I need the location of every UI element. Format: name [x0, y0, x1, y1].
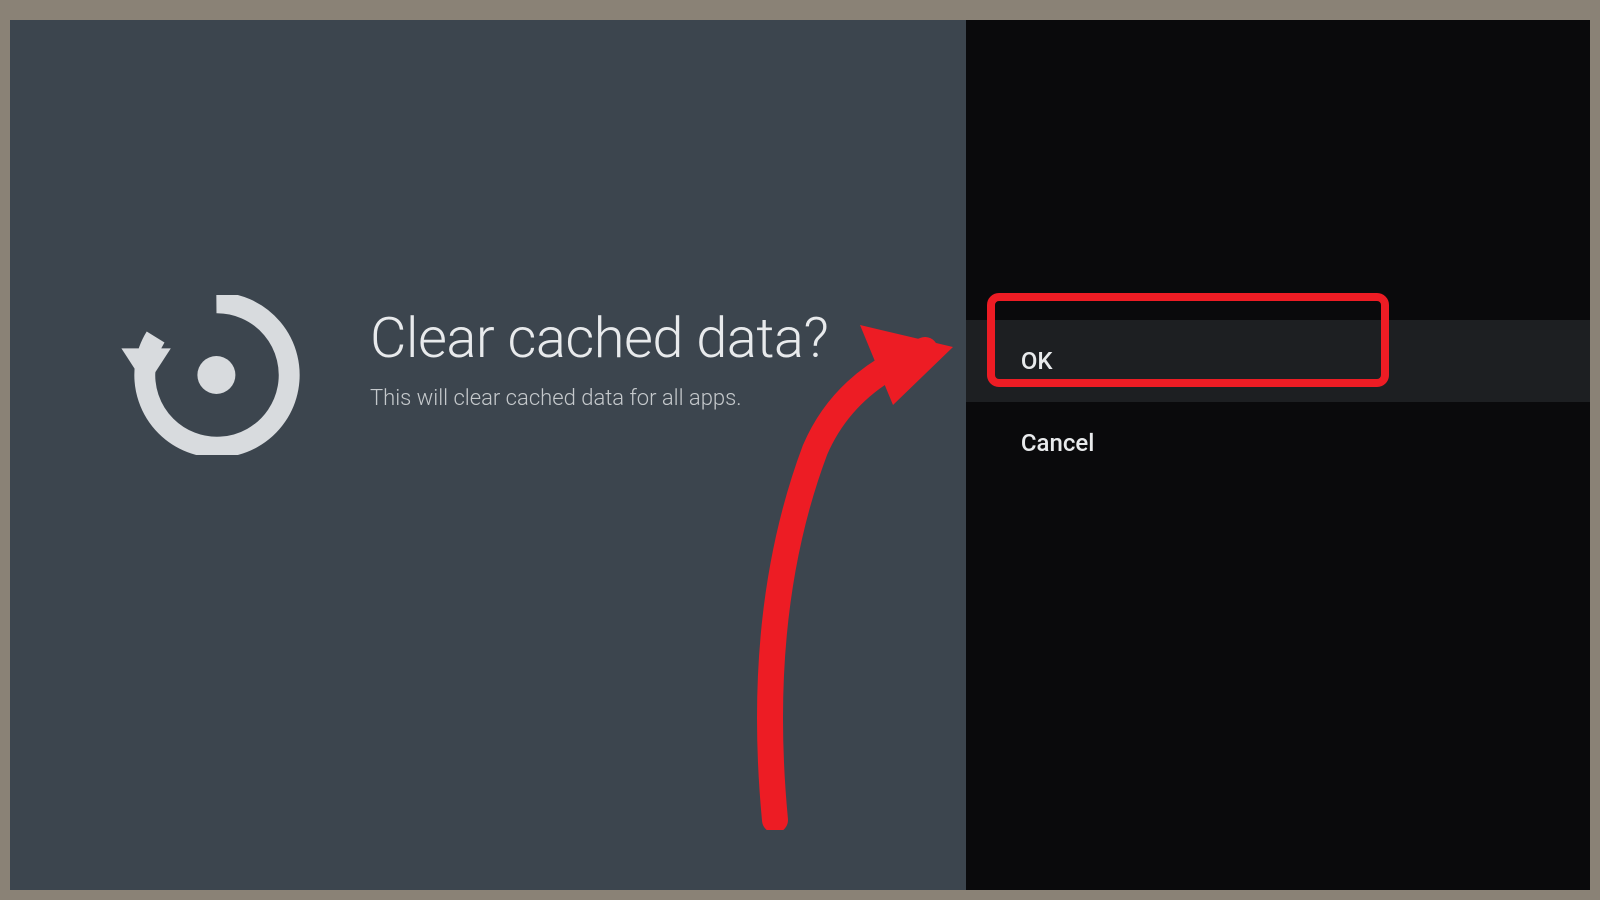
dialog-content-panel: Clear cached data? This will clear cache…: [10, 20, 966, 890]
restore-icon: [110, 295, 300, 459]
dialog-subtitle: This will clear cached data for all apps…: [370, 386, 966, 411]
cancel-button-label: Cancel: [1021, 429, 1094, 457]
dialog-title: Clear cached data?: [370, 305, 966, 371]
dialog-actions-panel: OK Cancel: [966, 20, 1590, 890]
cancel-button[interactable]: Cancel: [966, 402, 1590, 484]
ok-button[interactable]: OK: [966, 320, 1590, 402]
ok-button-label: OK: [1021, 347, 1053, 375]
tv-screen: Clear cached data? This will clear cache…: [10, 20, 1590, 890]
